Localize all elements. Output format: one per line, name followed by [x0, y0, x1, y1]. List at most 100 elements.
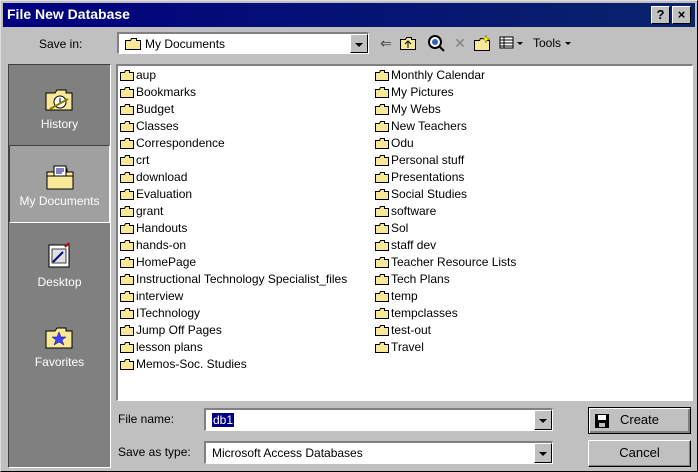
folder-name: Evaluation [136, 187, 193, 201]
folder-icon [120, 138, 134, 149]
folder-name: software [391, 204, 437, 218]
folder-name: hands-on [136, 238, 187, 252]
save-in-dropdown[interactable]: My Documents [117, 32, 369, 54]
places-item-label: Desktop [37, 275, 82, 289]
up-one-level-icon[interactable] [399, 34, 417, 52]
tools-menu-button[interactable]: Tools [533, 36, 572, 50]
folder-name: grant [136, 204, 164, 218]
folder-icon [375, 138, 389, 149]
folder-icon [120, 257, 134, 268]
places-item-label: Favorites [34, 355, 85, 369]
cancel-label: Cancel [619, 445, 660, 460]
folder-icon [375, 223, 389, 234]
folder-name: Travel [391, 340, 424, 354]
folder-icon [120, 291, 134, 302]
folder-icon [120, 325, 134, 336]
folder-icon [375, 70, 389, 81]
file-name-value[interactable]: db1 [212, 413, 235, 427]
save-in-value: My Documents [145, 37, 226, 51]
file-name-label: File name: [118, 412, 175, 426]
title-bar[interactable]: File New Database ? × [3, 3, 695, 27]
folder-icon [120, 121, 134, 132]
search-web-icon[interactable] [427, 34, 445, 52]
file-name-field[interactable]: db1 [204, 408, 553, 431]
views-icon[interactable] [498, 34, 516, 52]
save-as-type-dropdown[interactable]: Microsoft Access Databases [204, 441, 553, 464]
folder-name: Odu [391, 136, 414, 150]
folder-icon [375, 274, 389, 285]
folder-icon [120, 172, 134, 183]
folder-icon [120, 155, 134, 166]
folder-name: Social Studies [391, 187, 468, 201]
folder-name: staff dev [391, 238, 437, 252]
places-item-label: My Documents [19, 194, 100, 208]
folder-icon [120, 87, 134, 98]
folder-name: My Webs [391, 102, 441, 116]
file-list[interactable]: aup Bookmarks Budget Classes Correspondence c… [116, 64, 693, 401]
folder-name: crt [136, 153, 150, 167]
create-label: Create [619, 412, 660, 427]
tools-chevron-down-icon [565, 42, 572, 45]
places-bar: History My Documents Desktop Favorites [8, 64, 111, 468]
help-button[interactable]: ? [651, 6, 670, 24]
places-item-label: History [40, 117, 79, 131]
folder-icon [120, 359, 134, 370]
folder-icon [125, 38, 141, 50]
desktop-icon [48, 242, 70, 268]
dialog-title: File New Database [7, 6, 130, 22]
folder-name: lesson plans [136, 340, 203, 354]
places-item-history[interactable]: History [9, 67, 110, 145]
favorites-icon [45, 327, 73, 349]
close-button[interactable]: × [672, 6, 691, 24]
places-item-desktop[interactable]: Desktop [9, 225, 110, 303]
folder-name: Instructional Technology Specialist_file… [136, 272, 348, 286]
file-name-chevron-down-icon[interactable] [534, 410, 552, 430]
delete-icon[interactable]: ✕ [451, 34, 469, 52]
folder-icon [375, 155, 389, 166]
folder-name: HomePage [136, 255, 197, 269]
folder-icon [375, 121, 389, 132]
folder-icon [375, 104, 389, 115]
floppy-disk-icon [595, 414, 609, 428]
folder-icon [375, 325, 389, 336]
folder-name: ITechnology [136, 306, 201, 320]
folder-icon [120, 308, 134, 319]
cancel-button[interactable]: Cancel [588, 440, 691, 467]
folder-name: Bookmarks [136, 85, 197, 99]
views-chevron-down-icon[interactable] [515, 34, 525, 52]
folder-name: Correspondence [136, 136, 225, 150]
chevron-down-icon[interactable] [350, 34, 368, 53]
folder-icon [120, 70, 134, 81]
folder-name: aup [136, 68, 157, 82]
folder-name: Budget [136, 102, 175, 116]
folder-icon [120, 342, 134, 353]
folder-icon [375, 342, 389, 353]
folder-icon [375, 291, 389, 302]
folder-name: New Teachers [391, 119, 467, 133]
folder-icon [120, 206, 134, 217]
save-as-type-label: Save as type: [118, 445, 191, 459]
folder-name: Tech Plans [391, 272, 450, 286]
tools-label: Tools [533, 36, 562, 50]
create-button[interactable]: Create [588, 407, 691, 434]
back-icon[interactable]: ⇐ [377, 34, 395, 52]
folder-name: temp [391, 289, 418, 303]
folder-icon [120, 274, 134, 285]
folder-name: Presentations [391, 170, 465, 184]
folder-name: test-out [391, 323, 432, 337]
folder-icon [375, 87, 389, 98]
new-folder-icon[interactable] [473, 34, 491, 52]
folder-icon [120, 240, 134, 251]
folder-name: My Pictures [391, 85, 454, 99]
places-item-favorites[interactable]: Favorites [9, 305, 110, 383]
history-icon [45, 89, 73, 111]
places-item-my-documents[interactable]: My Documents [9, 145, 110, 223]
file-new-database-dialog: File New Database ? × Save in: My Docume… [0, 0, 698, 472]
my-documents-icon [46, 165, 74, 190]
folder-icon [375, 240, 389, 251]
folder-name: Handouts [136, 221, 188, 235]
folder-name: Memos-Soc. Studies [136, 357, 247, 371]
save-as-type-chevron-down-icon[interactable] [534, 443, 552, 463]
save-in-label: Save in: [39, 37, 83, 51]
folder-name: tempclasses [391, 306, 458, 320]
